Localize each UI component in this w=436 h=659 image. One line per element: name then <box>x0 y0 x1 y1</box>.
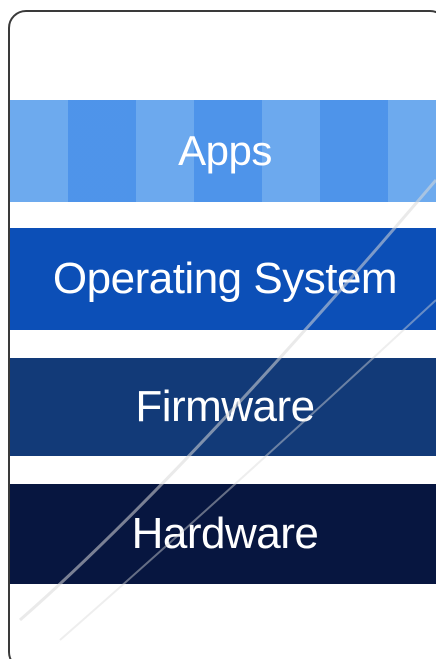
diagram-canvas: Apps Operating System Firmware Hardware <box>0 0 436 659</box>
layer-firmware: Firmware <box>10 358 436 456</box>
layer-hardware-label: Hardware <box>131 509 319 558</box>
layer-operating-system-label: Operating System <box>52 254 398 303</box>
layer-operating-system: Operating System <box>10 228 436 330</box>
layer-apps-label: Apps <box>178 127 272 174</box>
layer-hardware: Hardware <box>10 484 436 584</box>
layer-firmware-label: Firmware <box>135 382 315 431</box>
layer-apps: Apps <box>10 100 436 202</box>
